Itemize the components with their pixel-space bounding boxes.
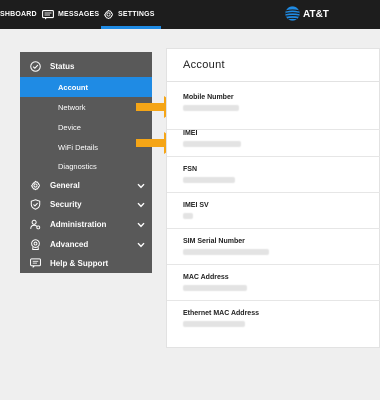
field-label: Mobile Number [183,94,234,101]
divider [167,300,380,301]
sidebar-item-label: Help & Support [50,259,109,268]
sidebar-item-status[interactable]: Status [20,56,152,76]
divider [167,129,380,130]
sidebar-item-label: General [50,181,80,190]
check-circle-icon [30,61,41,72]
divider [167,156,380,157]
gear-icon [30,180,41,191]
sidebar-subitem-diagnostics[interactable]: Diagnostics [20,156,152,176]
account-panel: Account Mobile Number IMEI FSN IMEI SV S… [166,48,380,348]
divider [167,228,380,229]
sidebar-subitem-label: Device [58,123,81,132]
top-nav-bar: SHBOARD MESSAGES SETTINGS AT&T [0,0,380,29]
admin-user-icon [30,219,41,230]
nav-dashboard-label: SHBOARD [0,11,37,18]
field-label: IMEI SV [183,202,209,209]
sidebar-subitem-label: Network [58,103,86,112]
gear-icon [103,9,114,20]
brand-name: AT&T [303,9,329,20]
sidebar-item-label: Security [50,200,82,209]
shield-icon [30,199,41,210]
sidebar-subitem-label: WiFi Details [58,143,99,152]
sidebar-item-security[interactable]: Security [20,194,152,214]
chevron-down-icon [137,182,145,191]
field-label: Ethernet MAC Address [183,310,259,317]
chat-bubble-icon [30,258,41,269]
chevron-down-icon [137,221,145,230]
field-label: SIM Serial Number [183,238,245,245]
sidebar-subitem-device[interactable]: Device [20,117,152,137]
sidebar-item-label: Advanced [50,240,89,249]
settings-sidebar: Status Account Network Device WiFi Detai… [20,52,152,273]
sidebar-subitem-label: Account [58,83,88,92]
sidebar-subitem-label: Diagnostics [58,162,97,171]
field-value-redacted [183,177,235,183]
sidebar-item-administration[interactable]: Administration [20,214,152,234]
sidebar-item-label: Administration [50,220,107,229]
divider [167,264,380,265]
field-value-redacted [183,321,245,327]
field-label: IMEI [183,130,198,137]
page-title: Account [183,59,225,71]
sidebar-subitem-network[interactable]: Network [20,97,152,117]
advanced-gear-icon [30,239,41,250]
nav-messages-label: MESSAGES [58,11,100,18]
divider [167,192,380,193]
active-tab-indicator [101,26,161,29]
sidebar-subitem-wifi-details[interactable]: WiFi Details [20,137,152,157]
chevron-down-icon [137,201,145,210]
sidebar-item-general[interactable]: General [20,175,152,195]
field-value-redacted [183,213,193,219]
field-value-redacted [183,249,269,255]
chevron-down-icon [137,241,145,250]
nav-settings-label: SETTINGS [118,11,155,18]
field-label: FSN [183,166,197,173]
field-value-redacted [183,285,247,291]
message-icon [42,9,54,20]
sidebar-item-help-support[interactable]: Help & Support [20,253,152,273]
sidebar-subitem-account[interactable]: Account [20,77,152,97]
sidebar-item-label: Status [50,62,75,71]
sidebar-item-advanced[interactable]: Advanced [20,234,152,254]
field-value-redacted [183,105,239,111]
nav-dashboard[interactable]: SHBOARD [0,0,37,29]
nav-settings[interactable]: SETTINGS [103,0,155,29]
field-value-redacted [183,141,241,147]
att-globe-icon [285,5,300,24]
divider [167,81,380,82]
brand-logo: AT&T [285,5,329,24]
nav-messages[interactable]: MESSAGES [42,0,99,29]
field-label: MAC Address [183,274,229,281]
